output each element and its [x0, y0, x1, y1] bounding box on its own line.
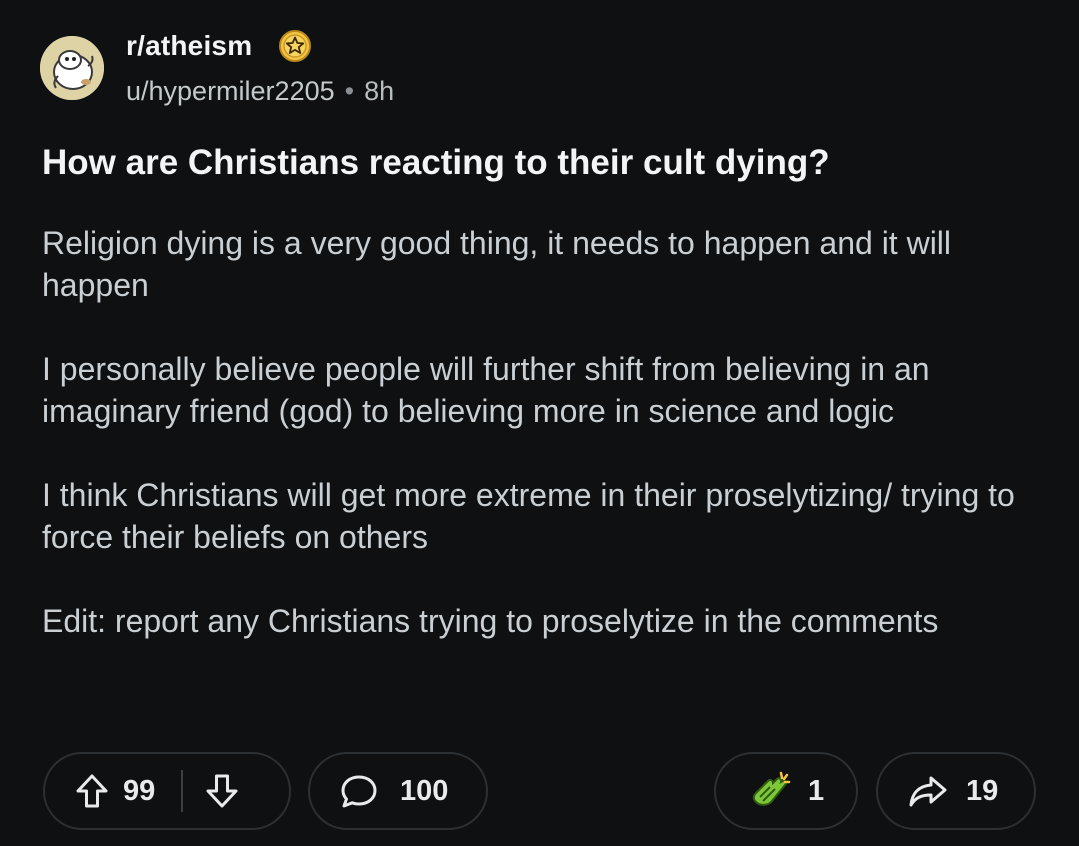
star-badge-icon	[278, 29, 312, 63]
body-paragraph: Religion dying is a very good thing, it …	[42, 225, 952, 303]
subreddit-row: r/atheism	[126, 29, 394, 63]
action-bar: 99 100 1 19	[0, 752, 1079, 834]
post-header: r/atheism u/hypermiler2205 • 8h	[40, 29, 394, 107]
vote-divider	[181, 770, 184, 812]
subreddit-name[interactable]: r/atheism	[126, 30, 252, 62]
post-title[interactable]: How are Christians reacting to their cul…	[42, 138, 1042, 188]
body-paragraph: I personally believe people will further…	[42, 351, 930, 429]
body-paragraph: Edit: report any Christians trying to pr…	[42, 603, 939, 639]
meta-separator: •	[344, 75, 355, 106]
snoo-avatar-icon	[40, 36, 104, 100]
upvote-arrow-icon[interactable]	[75, 773, 109, 809]
post-body: Religion dying is a very good thing, it …	[42, 222, 1032, 642]
subreddit-avatar[interactable]	[40, 36, 104, 100]
author-username[interactable]: u/hypermiler2205	[126, 76, 335, 107]
user-row: u/hypermiler2205 • 8h	[126, 76, 394, 107]
award-button[interactable]: 1	[714, 752, 858, 830]
share-arrow-icon	[908, 774, 948, 808]
vote-score: 99	[123, 774, 156, 807]
share-count: 19	[966, 774, 999, 807]
share-button[interactable]: 19	[876, 752, 1036, 830]
clapping-hands-award-icon	[748, 771, 792, 811]
comments-button[interactable]: 100	[308, 752, 488, 830]
post-age: 8h	[364, 75, 395, 106]
award-count: 1	[808, 774, 825, 807]
post-meta: r/atheism u/hypermiler2205 • 8h	[126, 29, 394, 107]
vote-pill: 99	[43, 752, 291, 830]
body-paragraph: I think Christians will get more extreme…	[42, 477, 1015, 555]
comment-bubble-icon	[340, 773, 378, 809]
comment-count: 100	[400, 774, 449, 807]
downvote-arrow-icon[interactable]	[205, 773, 239, 809]
